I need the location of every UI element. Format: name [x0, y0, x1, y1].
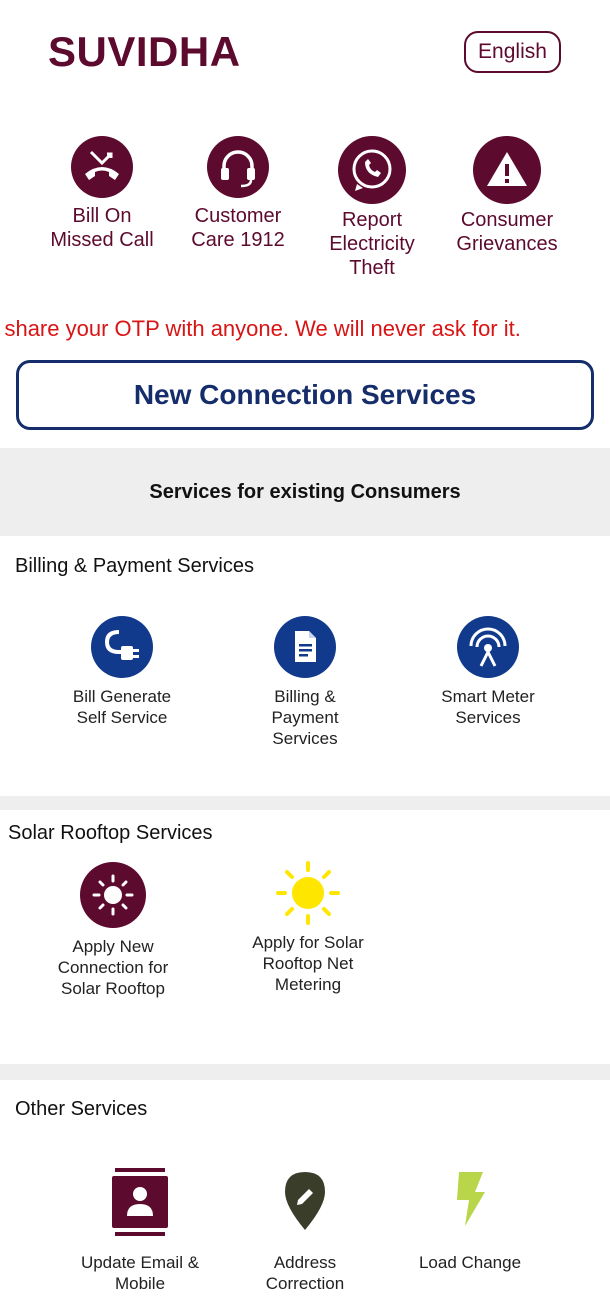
quick-action-label: Bill On Missed Call: [50, 205, 154, 251]
apply-solar-connection[interactable]: Apply New Connection for Solar Rooftop: [33, 862, 193, 999]
quick-action-label: Report Electricity Theft: [329, 209, 415, 279]
whatsapp-icon: [338, 136, 406, 204]
service-label: Bill Generate Self Service: [72, 687, 172, 727]
solar-section-title: Solar Rooftop Services: [8, 822, 213, 844]
service-label: Update Email & Mobile: [80, 1253, 200, 1293]
quick-consumer-grievances[interactable]: Consumer Grievances: [437, 136, 577, 256]
service-label: Load Change: [418, 1253, 522, 1272]
apply-solar-net-metering[interactable]: Apply for Solar Rooftop Net Metering: [228, 858, 388, 995]
new-connection-button[interactable]: New Connection Services: [16, 360, 594, 430]
quick-bill-missed-call[interactable]: Bill On Missed Call: [32, 136, 172, 252]
billing-payment-services[interactable]: Billing & Payment Services: [225, 616, 385, 749]
contact-card-icon: [109, 1166, 171, 1238]
signal-tower-icon: [457, 616, 519, 678]
billing-section-title: Billing & Payment Services: [15, 555, 254, 577]
update-email-mobile[interactable]: Update Email & Mobile: [60, 1166, 220, 1294]
service-label: Smart Meter Services: [441, 687, 535, 727]
sun-gear-icon: [80, 862, 146, 928]
phone-missed-icon: [71, 136, 133, 198]
plug-icon: [91, 616, 153, 678]
quick-action-label: Customer Care 1912: [191, 205, 285, 251]
app-title: SUVIDHA: [48, 28, 241, 75]
sun-icon: [273, 858, 343, 928]
location-pin-icon: [283, 1170, 327, 1232]
bill-generate-self-service[interactable]: Bill Generate Self Service: [42, 616, 202, 728]
smart-meter-services[interactable]: Smart Meter Services: [408, 616, 568, 728]
service-label: Apply New Connection for Solar Rooftop: [57, 937, 169, 998]
other-section-title: Other Services: [15, 1098, 148, 1120]
quick-action-label: Consumer Grievances: [456, 209, 558, 255]
section-divider: [0, 1064, 610, 1080]
quick-customer-care[interactable]: Customer Care 1912: [168, 136, 308, 252]
security-notice-marquee: ot share your OTP with anyone. We will n…: [0, 310, 610, 348]
load-change[interactable]: Load Change: [390, 1170, 550, 1273]
warning-icon: [473, 136, 541, 204]
section-divider: [0, 796, 610, 810]
lightning-icon: [453, 1170, 487, 1228]
service-label: Billing & Payment Services: [271, 687, 339, 748]
headset-icon: [207, 136, 269, 198]
language-button[interactable]: English: [464, 31, 561, 73]
service-label: Address Correction: [265, 1253, 345, 1293]
marquee-text: ot share your OTP with anyone. We will n…: [0, 316, 521, 341]
service-label: Apply for Solar Rooftop Net Metering: [252, 933, 364, 994]
quick-report-theft[interactable]: Report Electricity Theft: [302, 136, 442, 280]
address-correction[interactable]: Address Correction: [225, 1170, 385, 1294]
document-icon: [274, 616, 336, 678]
existing-consumers-heading: Services for existing Consumers: [149, 481, 461, 503]
